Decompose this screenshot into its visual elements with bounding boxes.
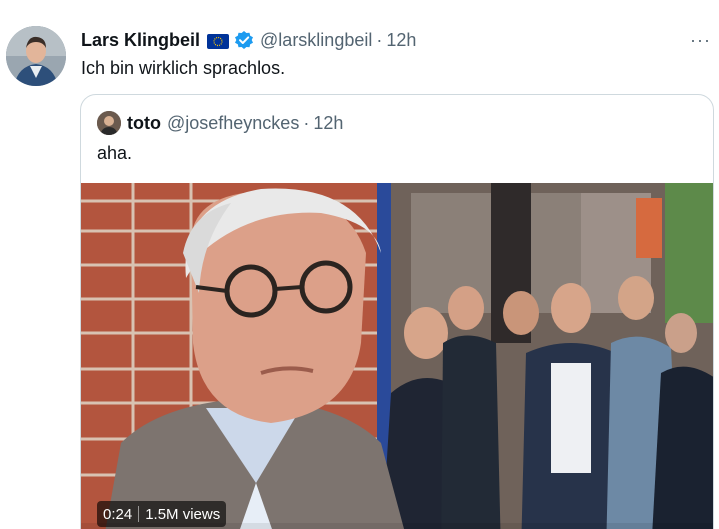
separator-dot: · (376, 29, 383, 50)
quoted-tweet-header: toto @josefheynckes · 12h (97, 111, 343, 135)
quoted-tweet-timestamp[interactable]: 12h (313, 113, 343, 134)
verified-badge-icon (234, 30, 254, 50)
quoted-tweet-text: aha. (97, 143, 133, 163)
quoted-author-avatar[interactable] (97, 111, 121, 135)
badge-divider (138, 506, 140, 522)
author-avatar[interactable] (6, 26, 66, 86)
quoted-separator-dot: · (303, 112, 310, 133)
video-thumbnail (81, 183, 713, 529)
quoted-author-name[interactable]: toto (127, 113, 161, 134)
tweet-timestamp[interactable]: 12h (386, 30, 416, 51)
quoted-tweet[interactable]: toto @josefheynckes · 12h aha. 0:24 1.5M… (80, 94, 714, 529)
tweet-header: Lars Klingbeil @larsklingbeil · 12h (81, 28, 416, 52)
author-name[interactable]: Lars Klingbeil (81, 30, 200, 51)
quoted-author-handle[interactable]: @josefheynckes (167, 113, 299, 134)
tweet-text: Ich bin wirklich sprachlos. (81, 58, 286, 78)
video-duration: 0:24 (103, 505, 133, 523)
more-options-icon[interactable]: ··· (690, 30, 711, 51)
video-player[interactable]: 0:24 1.5M views (81, 183, 713, 529)
author-handle[interactable]: @larsklingbeil (260, 30, 372, 51)
video-view-count: 1.5M views (145, 505, 221, 523)
eu-flag-icon (207, 33, 230, 49)
video-stats-badge: 0:24 1.5M views (97, 501, 227, 527)
